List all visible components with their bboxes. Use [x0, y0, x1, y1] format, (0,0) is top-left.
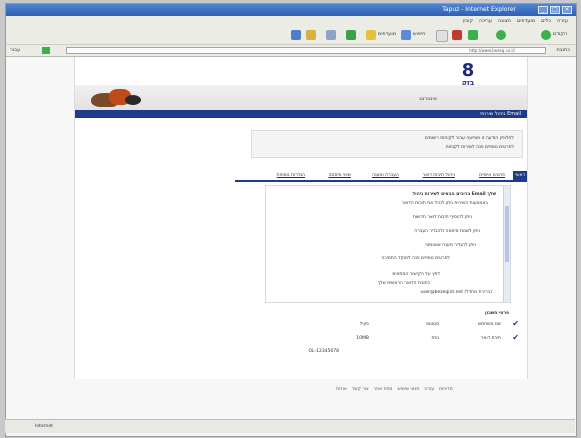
refresh-icon[interactable] — [468, 30, 478, 40]
tab-forwarding[interactable]: העברה ומענה — [372, 171, 399, 180]
web-page: 8 בזק אינטרנט ניהול שירותי Email לחלופין… — [74, 57, 528, 379]
table-row: שם משתמש — [477, 322, 501, 327]
tab-personal[interactable]: פרטים אישיים — [479, 171, 505, 180]
page-viewport: 8 בזק אינטרנט ניהול שירותי Email לחלופין… — [6, 57, 576, 423]
search-icon[interactable] — [401, 30, 411, 40]
history-icon[interactable] — [346, 30, 356, 40]
address-bar: עבור http://www.bezeq.co.il/ כתובת — [6, 45, 576, 57]
menu-favorites[interactable]: מועדפים — [517, 16, 535, 26]
favorites-star-icon[interactable] — [366, 30, 376, 40]
back-label[interactable]: הקודם — [553, 31, 567, 37]
stop-icon[interactable] — [452, 30, 462, 40]
tab-bar: ראשי פרטים אישיים ניהול תיבות דואר העברה… — [235, 171, 527, 182]
footer-link[interactable]: עזרה — [424, 387, 434, 392]
menu-view[interactable]: תצוגה — [498, 16, 511, 26]
address-label: כתובת — [556, 47, 570, 53]
tab-main[interactable]: ראשי — [513, 171, 527, 180]
status-text: Internet — [35, 424, 53, 429]
forward-icon[interactable] — [496, 30, 506, 40]
menu-file[interactable]: קובץ — [463, 16, 474, 26]
menu-edit[interactable]: עריכה — [479, 16, 492, 26]
footer-link[interactable]: תנאי שימוש — [397, 387, 419, 392]
minimize-icon[interactable]: _ — [538, 6, 548, 14]
favorites-label[interactable]: מועדפים — [378, 31, 396, 37]
go-button[interactable]: עבור — [10, 47, 20, 53]
content-scrollbar[interactable] — [503, 186, 510, 302]
footer-link[interactable]: אודות — [336, 387, 347, 392]
banner-image — [85, 87, 143, 109]
banner-label: אינטרנט — [419, 96, 437, 102]
info-message: לחלופין הודעה זו מופיעה עבור לקוחות רשומ… — [251, 130, 523, 158]
main-content-box: ברוכים הבאים לשירות ניהול Email שלך באמצ… — [265, 185, 511, 303]
toolbar: מועדפים חיפוש הקודם — [6, 26, 576, 45]
menu-tools[interactable]: כלים — [541, 16, 551, 26]
browser-window: Tapuz - Internet Explorer _ □ × קובץ ערי… — [5, 3, 577, 437]
back-icon[interactable] — [541, 30, 551, 40]
menu-bar: קובץ עריכה תצוגה מועדפים כלים עזרה — [6, 16, 576, 26]
folder-icon[interactable] — [306, 30, 316, 40]
print-icon[interactable] — [291, 30, 301, 40]
tab-password[interactable]: שינוי סיסמה — [328, 171, 351, 180]
footer-link[interactable]: צור קשר — [352, 387, 369, 392]
account-table: פרטי חשבון ✔ שם משתמש סטטוס פעיל ✔ תיבת … — [308, 311, 520, 354]
url-input[interactable]: http://www.bezeq.co.il/ — [66, 47, 546, 54]
section-header: ניהול שירותי Email — [75, 110, 527, 118]
maximize-icon[interactable]: □ — [550, 6, 560, 14]
check-icon: ✔ — [512, 319, 519, 328]
window-controls: _ □ × — [538, 6, 572, 14]
menu-help[interactable]: עזרה — [557, 16, 568, 26]
close-icon[interactable]: × — [562, 6, 572, 14]
window-title: Tapuz - Internet Explorer — [442, 6, 516, 13]
mail-icon[interactable] — [326, 30, 336, 40]
status-bar: Internet — [5, 419, 575, 433]
footer-link[interactable]: מדיניות — [439, 387, 453, 392]
check-icon: ✔ — [512, 333, 519, 342]
home-icon[interactable] — [436, 30, 448, 42]
title-bar: Tapuz - Internet Explorer _ □ × — [6, 4, 576, 16]
tab-settings[interactable]: הגדרות נוספות — [277, 171, 305, 180]
footer-link[interactable]: מפת אתר — [374, 387, 393, 392]
table-row: תיבת דואר — [480, 336, 501, 341]
go-arrow-icon[interactable] — [42, 47, 50, 54]
search-label[interactable]: חיפוש — [413, 31, 425, 37]
tab-mailboxes[interactable]: ניהול תיבות דואר — [423, 171, 455, 180]
